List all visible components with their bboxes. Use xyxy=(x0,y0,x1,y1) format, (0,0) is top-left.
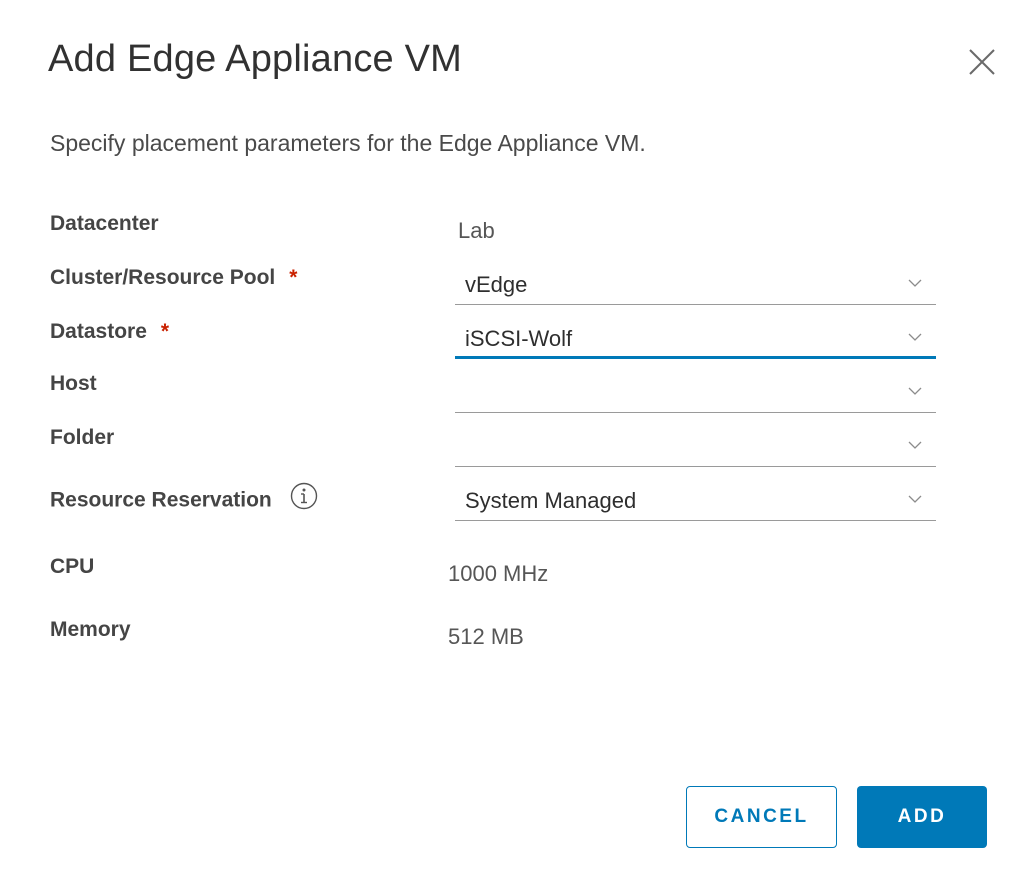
cpu-label-text: CPU xyxy=(50,555,95,578)
chevron-down-icon xyxy=(908,495,922,503)
memory-label: Memory xyxy=(50,618,131,642)
chevron-down-icon xyxy=(908,279,922,287)
required-indicator: * xyxy=(289,266,298,289)
datastore-select-value: iSCSI-Wolf xyxy=(465,326,573,351)
reservation-label-text: Resource Reservation xyxy=(50,488,272,512)
host-select[interactable] xyxy=(455,372,936,413)
cluster-select[interactable]: vEdge xyxy=(455,264,936,305)
cpu-label: CPU xyxy=(50,555,94,579)
chevron-down-icon xyxy=(908,441,922,449)
close-button[interactable] xyxy=(966,46,998,78)
datastore-label-text: Datastore xyxy=(50,320,147,343)
close-icon xyxy=(969,49,995,75)
datastore-select[interactable]: iSCSI-Wolf xyxy=(455,318,936,359)
cpu-value: 1000 MHz xyxy=(448,561,549,586)
required-indicator: * xyxy=(160,320,170,343)
memory-value: 512 MB xyxy=(448,624,524,649)
datastore-label: Datastore * xyxy=(50,320,169,344)
cluster-label-text: Cluster/Resource Pool xyxy=(50,266,276,289)
info-icon[interactable] xyxy=(290,482,318,516)
folder-select[interactable] xyxy=(455,426,936,467)
folder-label-text: Folder xyxy=(50,426,115,449)
cluster-label: Cluster/Resource Pool * xyxy=(50,266,297,290)
reservation-select[interactable]: System Managed xyxy=(455,480,936,521)
cluster-select-value: vEdge xyxy=(465,272,528,297)
dialog-description: Specify placement parameters for the Edg… xyxy=(50,130,646,156)
host-label: Host xyxy=(50,372,97,396)
cancel-button[interactable]: CANCEL xyxy=(686,786,837,848)
dialog-title: Add Edge Appliance VM xyxy=(48,38,463,80)
datacenter-label-text: Datacenter xyxy=(50,212,159,235)
add-edge-appliance-dialog: Add Edge Appliance VM Specify placement … xyxy=(0,0,1024,887)
folder-label: Folder xyxy=(50,426,114,450)
reservation-label: Resource Reservation xyxy=(50,482,318,516)
reservation-select-value: System Managed xyxy=(465,488,637,513)
add-button[interactable]: ADD xyxy=(857,786,987,848)
chevron-down-icon xyxy=(908,333,922,341)
chevron-down-icon xyxy=(908,387,922,395)
datacenter-label: Datacenter xyxy=(50,212,159,236)
memory-label-text: Memory xyxy=(50,618,131,641)
datacenter-value: Lab xyxy=(458,218,495,243)
host-label-text: Host xyxy=(50,372,97,395)
